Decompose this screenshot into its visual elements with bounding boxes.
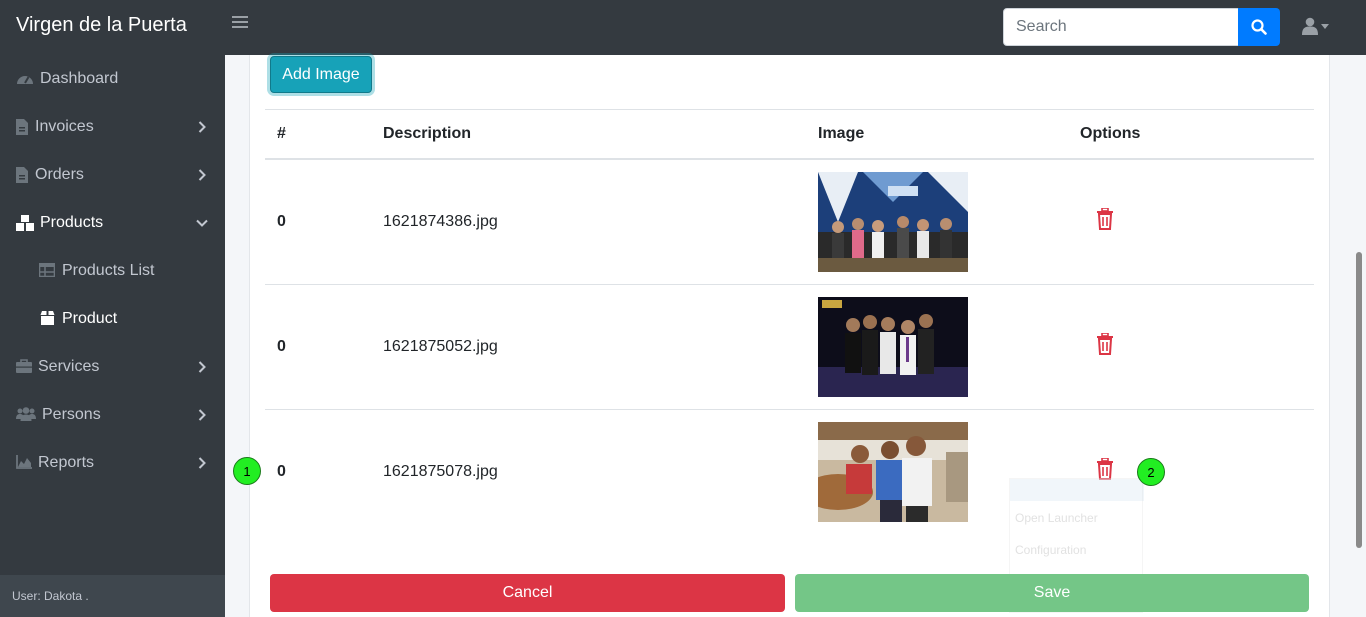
sidebar-user-footer: User: Dakota . [0, 575, 225, 617]
table-icon [39, 263, 55, 277]
trash-icon[interactable] [1096, 333, 1114, 355]
sidebar-item-dashboard[interactable]: Dashboard [0, 55, 225, 103]
sidebar: Dashboard Invoices Orders Products Produ… [0, 55, 225, 617]
chevron-right-icon [198, 121, 206, 133]
sidebar-item-label: Product [62, 310, 118, 327]
sidebar-item-services[interactable]: Services [0, 343, 225, 391]
sidebar-item-label: Reports [38, 454, 95, 471]
table-header-border [265, 158, 1314, 160]
row-number: 0 [277, 338, 286, 355]
brand-title[interactable]: Virgen de la Puerta [16, 14, 187, 37]
row-description: 1621875052.jpg [383, 338, 498, 355]
row-image-thumbnail[interactable] [818, 422, 968, 522]
ghost-menu-header [1010, 479, 1144, 501]
chevron-right-icon [198, 409, 206, 421]
user-menu-button[interactable] [1302, 17, 1329, 35]
sidebar-item-invoices[interactable]: Invoices [0, 103, 225, 151]
row-number: 0 [277, 213, 286, 230]
column-header-options: Options [1080, 125, 1141, 142]
user-icon [1302, 17, 1318, 35]
annotation-marker-2: 2 [1137, 458, 1165, 486]
sidebar-item-label: Orders [35, 166, 84, 183]
file-invoice-icon [16, 119, 28, 135]
sidebar-item-products-list[interactable]: Products List [0, 247, 225, 295]
tachometer-icon [17, 76, 33, 84]
sidebar-item-product[interactable]: Product [0, 295, 225, 343]
trash-icon[interactable] [1096, 458, 1114, 480]
sidebar-item-products[interactable]: Products [0, 199, 225, 247]
page-scrollbar[interactable] [1356, 252, 1362, 548]
chevron-right-icon [198, 169, 206, 181]
boxes-icon [16, 215, 34, 231]
sidebar-item-label: Products [40, 214, 104, 231]
hamburger-menu-icon[interactable] [232, 16, 248, 32]
save-button[interactable]: Save [795, 574, 1309, 612]
sidebar-item-reports[interactable]: Reports [0, 439, 225, 487]
sidebar-item-label: Invoices [35, 118, 94, 135]
add-image-button[interactable]: Add Image [270, 56, 372, 93]
row-divider [265, 284, 1314, 285]
row-description: 1621874386.jpg [383, 213, 498, 230]
sidebar-item-label: Services [38, 358, 100, 375]
row-image-thumbnail[interactable] [818, 172, 968, 272]
column-header-number: # [277, 125, 286, 142]
ghost-menu-item: Open Launcher [1015, 511, 1098, 525]
chevron-right-icon [198, 457, 206, 469]
search-input[interactable] [1003, 8, 1239, 46]
toolbox-icon [16, 359, 32, 373]
sidebar-item-label: Persons [42, 406, 101, 423]
ghost-menu-item: Configuration [1015, 543, 1087, 557]
chevron-right-icon [198, 361, 206, 373]
chart-area-icon [16, 455, 32, 469]
chevron-down-icon [196, 219, 208, 227]
sidebar-item-orders[interactable]: Orders [0, 151, 225, 199]
caret-down-icon [1321, 23, 1329, 29]
annotation-marker-1: 1 [233, 457, 261, 485]
box-icon [40, 311, 55, 325]
table-top-border [265, 109, 1314, 110]
row-number: 0 [277, 463, 286, 480]
column-header-description: Description [383, 125, 472, 142]
row-divider [265, 409, 1314, 410]
sidebar-item-persons[interactable]: Persons [0, 391, 225, 439]
users-icon [16, 407, 36, 421]
row-description: 1621875078.jpg [383, 463, 498, 480]
cancel-button[interactable]: Cancel [270, 574, 785, 612]
search-button[interactable] [1238, 8, 1280, 46]
sidebar-item-label: Dashboard [40, 70, 119, 87]
sidebar-item-label: Products List [62, 262, 155, 279]
search-icon [1251, 19, 1267, 35]
top-navbar: Virgen de la Puerta [0, 0, 1366, 55]
trash-icon[interactable] [1096, 208, 1114, 230]
row-image-thumbnail[interactable] [818, 297, 968, 397]
column-header-image: Image [818, 125, 865, 142]
file-invoice-icon [16, 167, 28, 183]
